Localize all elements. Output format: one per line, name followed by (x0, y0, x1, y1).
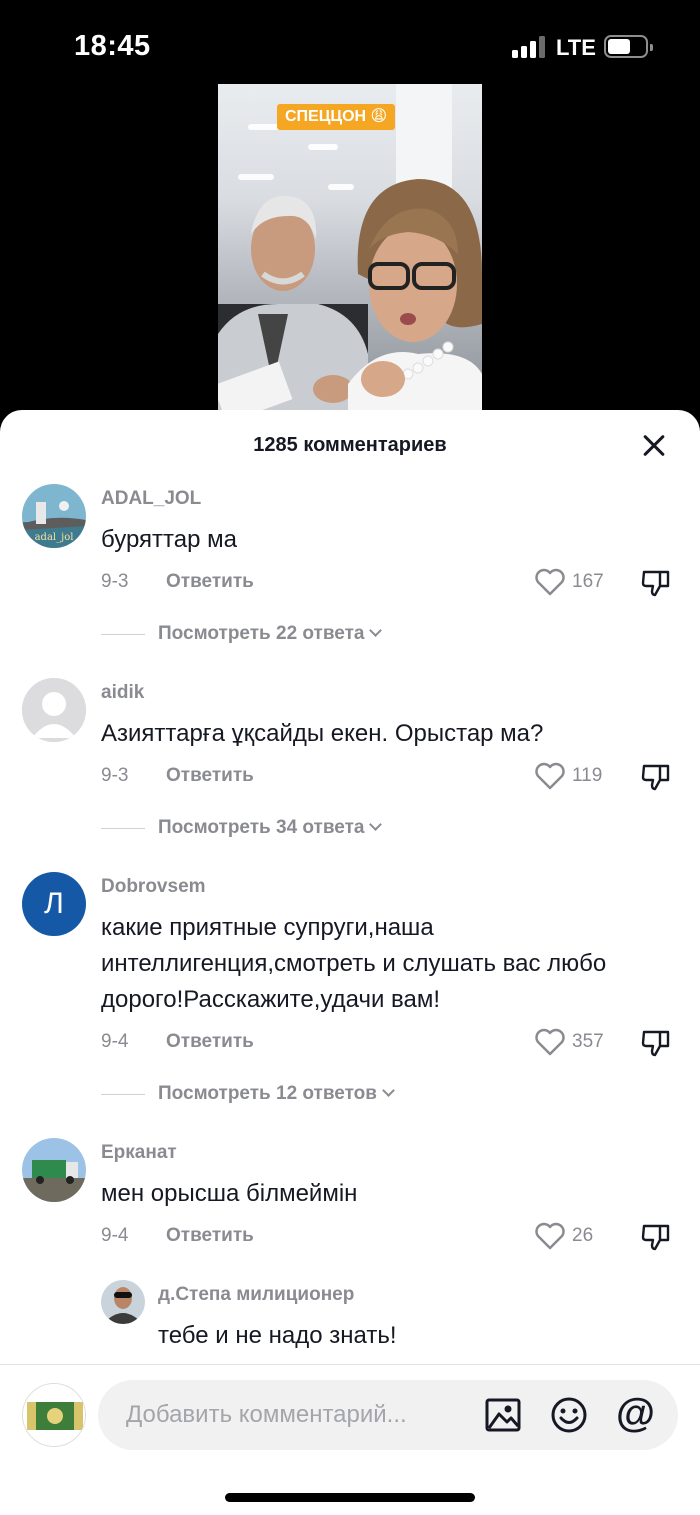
comments-sheet: 1285 комментариев adal_jol ADAL_JOL буря… (0, 410, 700, 1515)
heart-icon[interactable] (534, 1221, 566, 1251)
reply-button[interactable]: Ответить (166, 1031, 254, 1053)
like-count: 26 (572, 1225, 594, 1246)
status-bar: 18:45 LTE (0, 0, 700, 84)
heart-icon[interactable] (534, 761, 566, 791)
man-figure (218, 195, 368, 414)
reply-button[interactable]: Ответить (166, 1225, 254, 1247)
comments-count-title: 1285 комментариев (253, 434, 447, 456)
view-replies-link[interactable]: Посмотреть 22 ответа (158, 623, 383, 645)
comment-text: мен орысша білмеймін (101, 1180, 358, 1207)
dislike-icon[interactable] (640, 1220, 672, 1252)
dislike-icon[interactable] (640, 1026, 672, 1058)
battery-icon (604, 35, 653, 58)
video-caption-tag: СПЕЦЦОН 😩 (277, 104, 396, 130)
woman-figure (348, 179, 482, 414)
comment-date: 9-3 (101, 765, 129, 786)
avatar-letter: Л (44, 887, 64, 920)
dislike-icon[interactable] (640, 566, 672, 598)
avatar[interactable]: adal_jol (22, 484, 86, 548)
heart-icon[interactable] (534, 567, 566, 597)
comment-input[interactable] (126, 1380, 466, 1450)
cellular-signal-icon (512, 36, 548, 58)
like-count: 357 (572, 1031, 604, 1052)
comment-date: 9-3 (101, 571, 129, 592)
username[interactable]: Dobrovsem (101, 876, 206, 898)
image-icon[interactable] (484, 1396, 522, 1434)
status-time: 18:45 (74, 30, 151, 62)
username[interactable]: ADAL_JOL (101, 488, 201, 510)
avatar[interactable]: Л (22, 872, 86, 936)
username[interactable]: Ерканат (101, 1142, 177, 1164)
reply-text: тебе и не надо знать! (158, 1322, 397, 1349)
my-avatar[interactable] (22, 1383, 86, 1447)
divider (101, 828, 145, 829)
reply-username[interactable]: д.Степа милиционер (158, 1284, 354, 1306)
home-indicator (225, 1493, 475, 1502)
like-count: 119 (572, 765, 603, 786)
avatar[interactable] (22, 678, 86, 742)
reply-button[interactable]: Ответить (166, 765, 254, 787)
chevron-down-icon (369, 624, 383, 637)
comment-text: Азияттарға ұқсайды екен. Орыстар ма? (101, 720, 544, 747)
comment-input-wrapper: @ (98, 1380, 678, 1450)
chevron-down-icon (369, 818, 383, 831)
comment-date: 9-4 (101, 1031, 129, 1052)
emoji-icon[interactable] (550, 1396, 588, 1434)
mention-icon[interactable]: @ (616, 1390, 655, 1435)
comment-date: 9-4 (101, 1225, 129, 1246)
avatar[interactable] (22, 1138, 86, 1202)
comment-text: какие приятные супруги,наша интеллигенци… (101, 914, 607, 1013)
close-icon[interactable] (636, 428, 672, 464)
username[interactable]: aidik (101, 682, 144, 704)
network-type: LTE (556, 35, 596, 60)
video-preview[interactable]: СПЕЦЦОН 😩 (218, 84, 482, 414)
comment-text: буряттар ма (101, 526, 237, 553)
divider (101, 1094, 145, 1095)
svg-text:adal_jol: adal_jol (35, 532, 74, 543)
chevron-down-icon (382, 1084, 395, 1097)
heart-icon[interactable] (534, 1027, 566, 1057)
view-replies-link[interactable]: Посмотреть 12 ответов (158, 1083, 395, 1105)
divider (101, 634, 145, 635)
reply-button[interactable]: Ответить (166, 571, 254, 593)
dislike-icon[interactable] (640, 760, 672, 792)
comment-composer: @ (0, 1364, 700, 1515)
reply-avatar[interactable] (101, 1280, 145, 1324)
like-count: 167 (572, 571, 604, 592)
view-replies-link[interactable]: Посмотреть 34 ответа (158, 817, 383, 839)
